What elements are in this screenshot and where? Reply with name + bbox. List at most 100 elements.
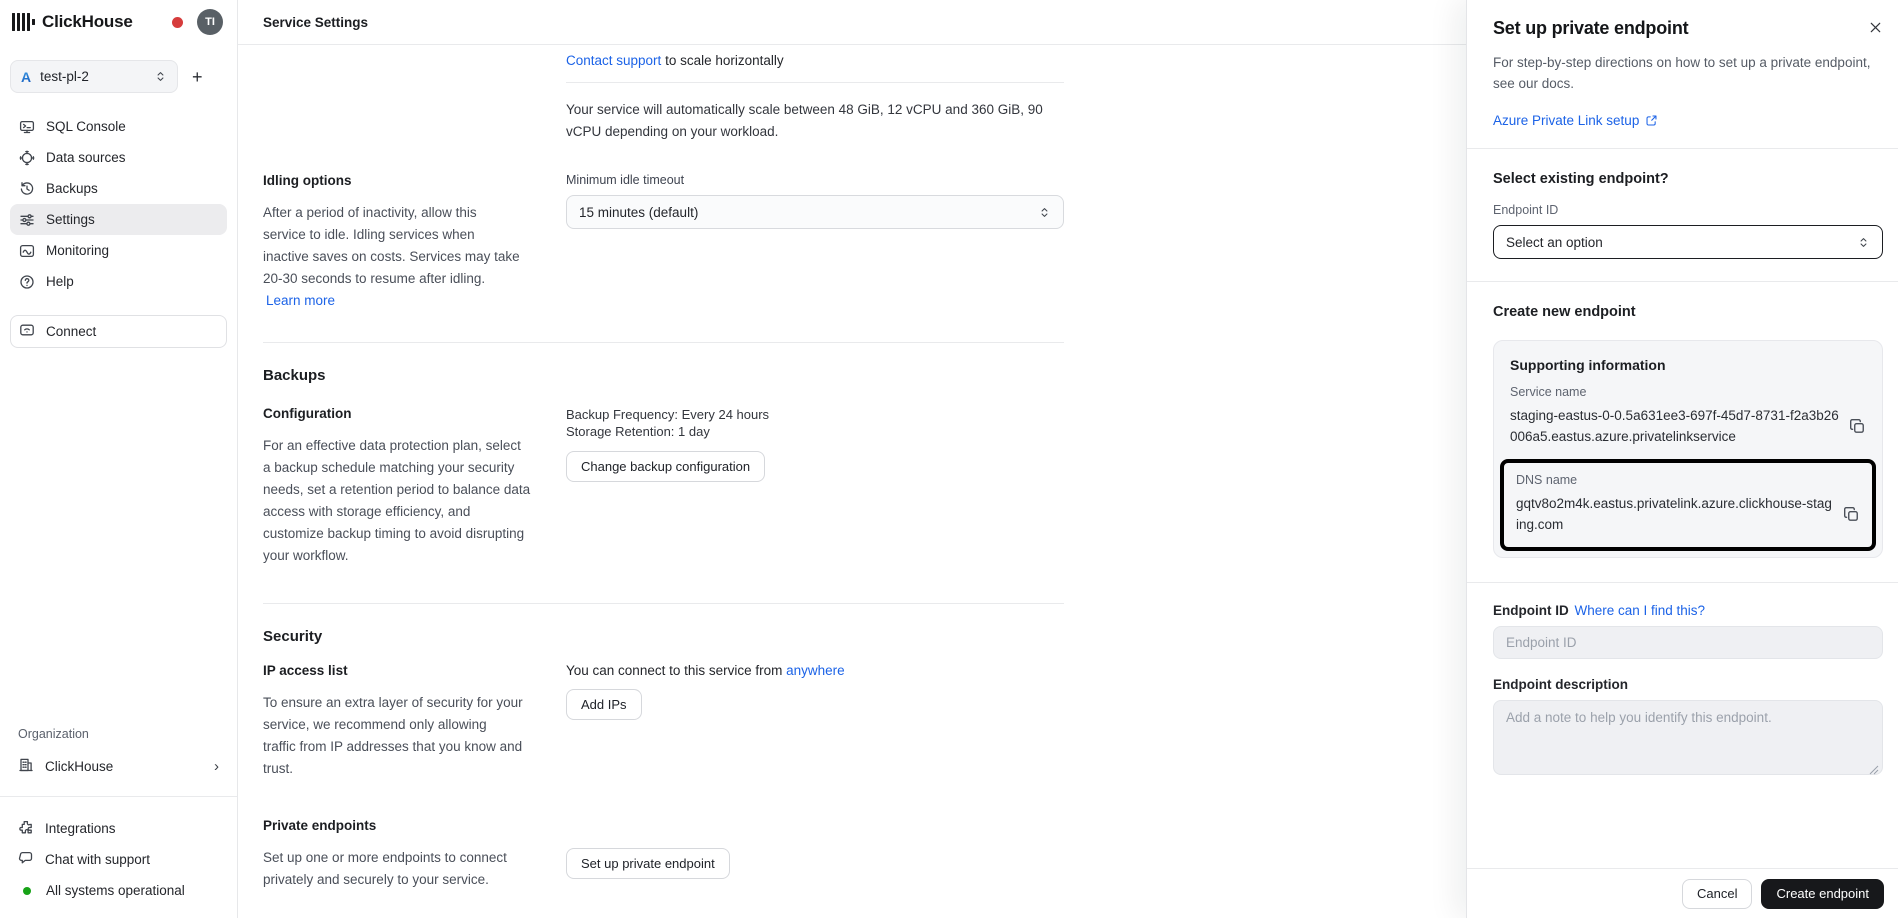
external-link-icon (1645, 114, 1658, 127)
footer-item-label: All systems operational (46, 883, 185, 898)
sidebar-item-label: Settings (46, 212, 95, 227)
organization-label: Organization (18, 727, 227, 741)
page-title: Service Settings (263, 15, 368, 30)
backups-row: Configuration For an effective data prot… (263, 406, 1064, 567)
divider (1467, 148, 1898, 149)
logo-row: ClickHouse TI (0, 0, 237, 44)
sidebar-item-integrations[interactable]: Integrations (10, 813, 227, 844)
divider (263, 342, 1064, 343)
status-ok-icon (23, 887, 31, 895)
backup-config-title: Configuration (263, 406, 566, 421)
cancel-button[interactable]: Cancel (1682, 879, 1752, 909)
azure-icon: A (21, 69, 31, 85)
settings-content: Contact support to scale horizontally Yo… (238, 45, 1064, 891)
sidebar-item-settings[interactable]: Settings (10, 204, 227, 235)
anywhere-link[interactable]: anywhere (786, 663, 845, 678)
sidebar-bottom: Organization ClickHouse › Integrations C… (0, 727, 237, 918)
idle-timeout-value: 15 minutes (default) (579, 205, 698, 220)
divider (1467, 582, 1898, 583)
ip-access-description: To ensure an extra layer of security for… (263, 692, 523, 780)
system-status-item[interactable]: All systems operational (10, 875, 227, 906)
terminal-icon (18, 119, 35, 135)
sidebar-item-help[interactable]: Help (10, 266, 227, 297)
chevron-updown-icon (1857, 236, 1870, 249)
service-selector[interactable]: A test-pl-2 (10, 60, 178, 93)
add-ips-button[interactable]: Add IPs (566, 689, 642, 720)
storage-retention: Storage Retention: 1 day (566, 423, 1064, 440)
endpoint-id-select-label: Endpoint ID (1493, 203, 1883, 217)
dns-name-label: DNS name (1516, 473, 1860, 487)
connect-icon (19, 322, 35, 341)
footer-item-label: Chat with support (45, 852, 150, 867)
chevron-updown-icon (154, 70, 167, 83)
chevron-right-icon: › (214, 758, 219, 775)
idle-timeout-label: Minimum idle timeout (566, 173, 1064, 187)
sliders-icon (18, 212, 35, 228)
endpoint-description-textarea[interactable] (1493, 700, 1883, 775)
sidebar-item-label: Data sources (46, 150, 126, 165)
sidebar-item-backups[interactable]: Backups (10, 173, 227, 204)
drawer-description: For step-by-step directions on how to se… (1493, 52, 1883, 94)
endpoint-select-value: Select an option (1506, 235, 1603, 250)
help-icon (18, 274, 35, 290)
connect-from-line: You can connect to this service from any… (566, 663, 1064, 678)
chevron-updown-icon (1038, 206, 1051, 219)
change-backup-config-button[interactable]: Change backup configuration (566, 451, 765, 482)
connect-label: Connect (46, 324, 96, 339)
copy-icon[interactable] (1849, 418, 1866, 435)
app-root: ClickHouse TI A test-pl-2 + SQL Console … (0, 0, 1898, 918)
history-icon (18, 181, 35, 197)
idle-timeout-select[interactable]: 15 minutes (default) (566, 195, 1064, 229)
private-endpoints-description: Set up one or more endpoints to connect … (263, 847, 535, 891)
sidebar-item-data-sources[interactable]: Data sources (10, 142, 227, 173)
private-endpoints-row: Private endpoints Set up one or more end… (263, 818, 1064, 891)
service-name: test-pl-2 (40, 69, 89, 84)
sidebar-item-sql-console[interactable]: SQL Console (10, 111, 227, 142)
sidebar-item-label: SQL Console (46, 119, 126, 134)
clickhouse-logo-icon (12, 13, 35, 31)
ip-access-title: IP access list (263, 663, 566, 678)
create-endpoint-button[interactable]: Create endpoint (1761, 879, 1884, 909)
drawer-title: Set up private endpoint (1493, 18, 1688, 39)
auto-scale-text: Your service will automatically scale be… (566, 99, 1064, 143)
learn-more-link[interactable]: Learn more (266, 293, 335, 308)
dns-name-value: gqtv8o2m4k.eastus.privatelink.azure.clic… (1516, 493, 1833, 535)
close-icon[interactable] (1868, 20, 1883, 35)
sidebar: ClickHouse TI A test-pl-2 + SQL Console … (0, 0, 238, 918)
divider (263, 603, 1064, 604)
azure-private-link-setup-link[interactable]: Azure Private Link setup (1493, 113, 1639, 128)
sidebar-item-label: Monitoring (46, 243, 109, 258)
service-name-value: staging-eastus-0-0.5a631ee3-697f-45d7-87… (1510, 405, 1839, 447)
setup-private-endpoint-button[interactable]: Set up private endpoint (566, 848, 730, 879)
data-sources-icon (18, 150, 35, 166)
sidebar-item-monitoring[interactable]: Monitoring (10, 235, 227, 266)
sidebar-item-chat-support[interactable]: Chat with support (10, 844, 227, 875)
building-icon (18, 757, 34, 776)
avatar[interactable]: TI (197, 9, 223, 35)
copy-icon[interactable] (1843, 506, 1860, 523)
contact-support-link[interactable]: Contact support (566, 53, 661, 68)
status-dot (172, 17, 183, 28)
chart-icon (18, 243, 35, 259)
organization-item[interactable]: ClickHouse › (10, 751, 227, 782)
idling-title: Idling options (263, 173, 566, 188)
contact-support-line: Contact support to scale horizontally (566, 53, 1064, 68)
private-endpoints-title: Private endpoints (263, 818, 566, 833)
security-title: Security (263, 628, 1064, 645)
backup-description: For an effective data protection plan, s… (263, 435, 531, 567)
footer-item-label: Integrations (45, 821, 116, 836)
backup-frequency: Backup Frequency: Every 24 hours (566, 406, 1064, 423)
connect-button[interactable]: Connect (10, 315, 227, 348)
chat-bubble-icon (18, 850, 34, 869)
drawer-footer: Cancel Create endpoint (1467, 868, 1898, 918)
scaling-row: Contact support to scale horizontally Yo… (263, 45, 1064, 143)
where-can-i-find-this-link[interactable]: Where can I find this? (1575, 603, 1706, 618)
logo-text: ClickHouse (42, 12, 133, 32)
divider (0, 796, 237, 797)
docs-link-row: Azure Private Link setup (1493, 113, 1883, 128)
endpoint-id-input[interactable] (1493, 626, 1883, 659)
divider (566, 82, 1064, 83)
add-service-button[interactable]: + (192, 68, 203, 86)
supporting-information-card: Supporting information Service name stag… (1493, 340, 1883, 558)
endpoint-id-select[interactable]: Select an option (1493, 225, 1883, 259)
